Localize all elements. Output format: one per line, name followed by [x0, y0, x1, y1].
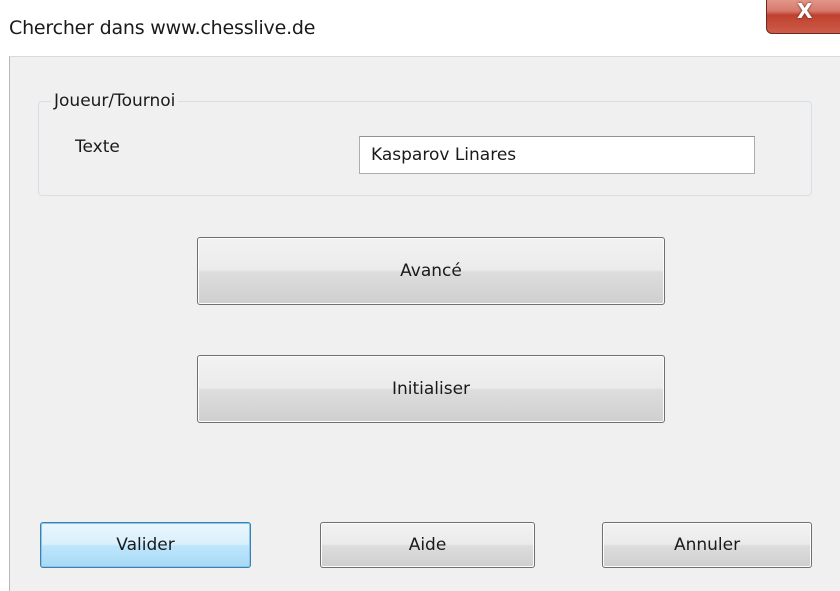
- dialog-window: Chercher dans www.chesslive.de X Joueur/…: [0, 0, 840, 591]
- title-bar: Chercher dans www.chesslive.de X: [0, 0, 840, 56]
- advanced-button[interactable]: Avancé: [197, 237, 665, 305]
- ok-button[interactable]: Valider: [40, 522, 251, 568]
- window-title: Chercher dans www.chesslive.de: [9, 17, 316, 39]
- cancel-button[interactable]: Annuler: [602, 522, 812, 568]
- text-field-label: Texte: [75, 137, 120, 157]
- help-button[interactable]: Aide: [320, 522, 535, 568]
- dialog-body: Joueur/Tournoi Texte Avancé Initialiser …: [9, 56, 840, 591]
- group-legend: Joueur/Tournoi: [51, 91, 179, 111]
- close-button[interactable]: X: [766, 0, 840, 34]
- close-icon: X: [797, 0, 813, 23]
- reset-button[interactable]: Initialiser: [197, 355, 665, 423]
- search-text-input[interactable]: [359, 136, 755, 174]
